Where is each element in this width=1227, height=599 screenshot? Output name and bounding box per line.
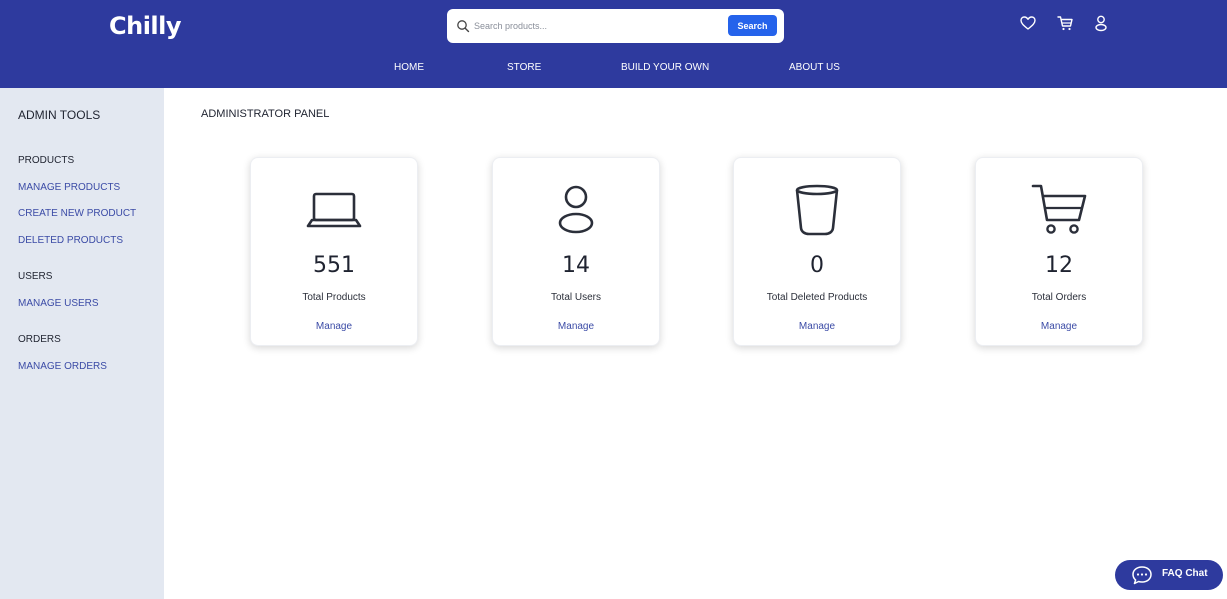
stat-count: 14 bbox=[562, 253, 590, 278]
stat-count: 0 bbox=[810, 253, 824, 278]
stat-card-products: 551 Total Products Manage bbox=[250, 157, 418, 346]
manage-link[interactable]: Manage bbox=[493, 321, 659, 332]
sidebar-title: ADMIN TOOLS bbox=[18, 108, 101, 122]
laptop-icon bbox=[306, 192, 362, 228]
stat-count: 551 bbox=[313, 253, 355, 278]
heart-icon[interactable] bbox=[1019, 14, 1037, 32]
stat-label: Total Orders bbox=[1031, 292, 1087, 303]
nav-store[interactable]: STORE bbox=[507, 62, 541, 73]
stat-card-users: 14 Total Users Manage bbox=[492, 157, 660, 346]
user-icon bbox=[558, 185, 594, 234]
stat-label: Total Users bbox=[550, 292, 601, 303]
sidebar-link-manage-orders[interactable]: MANAGE ORDERS bbox=[18, 361, 107, 372]
faq-chat-label: FAQ Chat bbox=[1162, 568, 1208, 579]
user-icon[interactable] bbox=[1092, 14, 1110, 32]
manage-link[interactable]: Manage bbox=[734, 321, 900, 332]
sidebar-link-deleted-products[interactable]: DELETED PRODUCTS bbox=[18, 235, 123, 246]
sidebar-heading-orders: ORDERS bbox=[18, 334, 61, 345]
cart-icon bbox=[1031, 184, 1087, 234]
top-header: Chilly Search HOME STORE BUILD YOUR OWN … bbox=[0, 0, 1227, 88]
nav-build-your-own[interactable]: BUILD YOUR OWN bbox=[621, 62, 709, 73]
stat-count: 12 bbox=[1045, 253, 1073, 278]
stat-label: Total Products bbox=[302, 292, 366, 303]
chat-icon bbox=[1132, 566, 1152, 585]
stat-label: Total Deleted Products bbox=[766, 292, 868, 303]
manage-link[interactable]: Manage bbox=[976, 321, 1142, 332]
sidebar-heading-products: PRODUCTS bbox=[18, 155, 75, 166]
manage-link[interactable]: Manage bbox=[251, 321, 417, 332]
search-button[interactable]: Search bbox=[728, 15, 777, 36]
page-title: ADMINISTRATOR PANEL bbox=[201, 108, 330, 120]
search-input[interactable] bbox=[474, 16, 714, 36]
sidebar-link-manage-users[interactable]: MANAGE USERS bbox=[18, 298, 99, 309]
sidebar-heading-users: USERS bbox=[18, 271, 53, 282]
brand-logo[interactable]: Chilly bbox=[109, 12, 182, 40]
search-icon bbox=[457, 20, 470, 33]
nav-about-us[interactable]: ABOUT US bbox=[789, 62, 840, 73]
sidebar-link-create-product[interactable]: CREATE NEW PRODUCT bbox=[18, 208, 136, 219]
stat-card-orders: 12 Total Orders Manage bbox=[975, 157, 1143, 346]
cart-icon[interactable] bbox=[1056, 14, 1074, 32]
faq-chat-button[interactable]: FAQ Chat bbox=[1115, 560, 1223, 590]
nav-home[interactable]: HOME bbox=[394, 62, 424, 73]
trash-icon bbox=[795, 184, 839, 236]
stat-card-deleted-products: 0 Total Deleted Products Manage bbox=[733, 157, 901, 346]
sidebar-link-manage-products[interactable]: MANAGE PRODUCTS bbox=[18, 182, 120, 193]
